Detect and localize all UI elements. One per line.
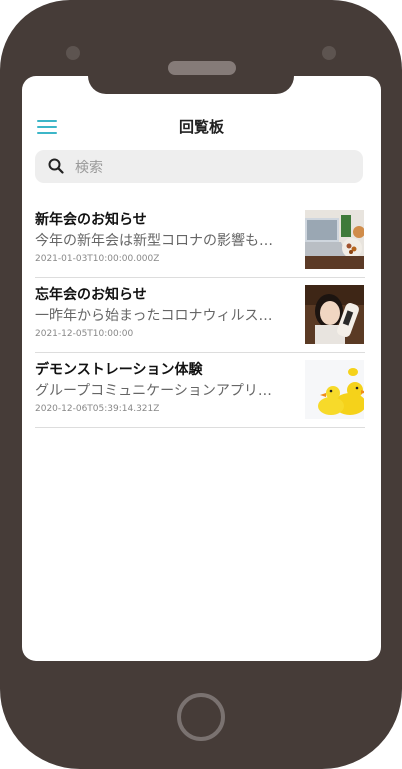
home-button-icon[interactable] — [177, 693, 225, 741]
post-title: 忘年会のお知らせ — [35, 287, 147, 303]
search-input[interactable] — [73, 156, 347, 179]
front-camera-dot-right — [322, 46, 336, 60]
post-summary: グループコミュニケーションアプリ… — [35, 383, 272, 399]
front-camera-dot-left — [66, 46, 80, 60]
post-date: 2020-12-06T05:39:14.321Z — [35, 404, 160, 414]
post-date: 2021-01-03T10:00:00.000Z — [35, 254, 160, 264]
search-bar[interactable] — [35, 150, 363, 183]
laptop-and-snacks-thumbnail — [305, 210, 364, 269]
search-icon — [48, 158, 64, 174]
post-summary: 今年の新年会は新型コロナの影響も… — [35, 233, 273, 249]
post-title: 新年会のお知らせ — [35, 212, 147, 228]
post-date: 2021-12-05T10:00:00 — [35, 329, 134, 339]
speaker-grille — [168, 61, 236, 75]
post-summary: 一昨年から始まったコロナウィルス… — [35, 308, 273, 324]
post-list: 新年会のお知らせ 今年の新年会は新型コロナの影響も… 2021-01-03T10… — [35, 203, 365, 428]
app-header: 回覧板 — [22, 114, 381, 142]
rubber-ducks-thumbnail — [305, 360, 364, 419]
page-title: 回覧板 — [178, 118, 224, 136]
device-notch — [88, 76, 294, 94]
phone-frame: 回覧板 新年会のお知らせ 今年の新年会は新型コロナの影響も… 2021-01-0… — [0, 0, 402, 769]
list-item[interactable]: デモンストレーション体験 グループコミュニケーションアプリ… 2020-12-0… — [35, 353, 365, 428]
post-title: デモンストレーション体験 — [35, 362, 203, 378]
app-screen: 回覧板 新年会のお知らせ 今年の新年会は新型コロナの影響も… 2021-01-0… — [22, 76, 381, 661]
list-item[interactable]: 忘年会のお知らせ 一昨年から始まったコロナウィルス… 2021-12-05T10… — [35, 278, 365, 353]
list-item[interactable]: 新年会のお知らせ 今年の新年会は新型コロナの影響も… 2021-01-03T10… — [35, 203, 365, 278]
woman-with-sake-bottle-thumbnail — [305, 285, 364, 344]
